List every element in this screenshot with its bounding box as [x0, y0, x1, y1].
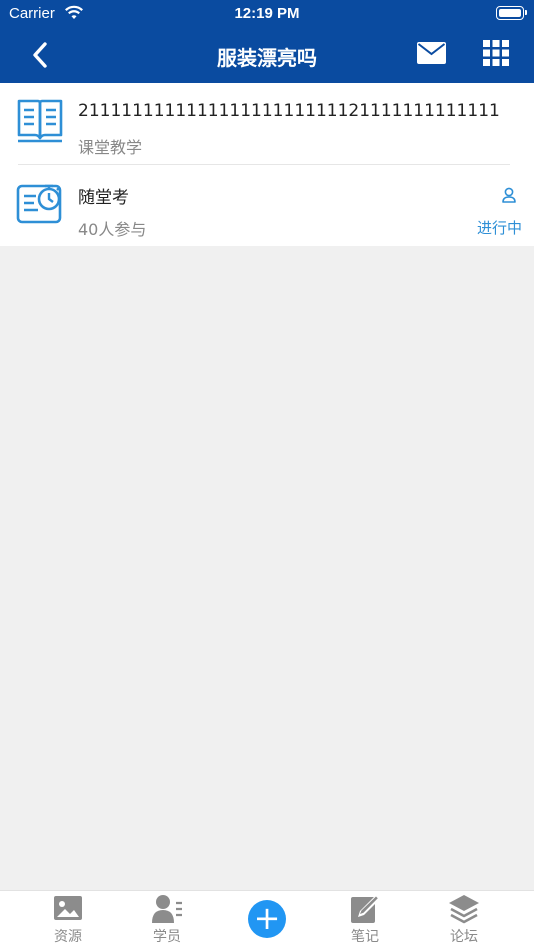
tab-label: 资源 [54, 929, 82, 945]
navigation-bar: 服装漂亮吗 [0, 28, 534, 83]
layers-icon [424, 893, 504, 925]
battery-icon [496, 6, 527, 20]
plus-icon: + [253, 899, 281, 937]
mail-button[interactable] [417, 42, 446, 68]
note-edit-icon [325, 893, 405, 925]
image-icon [28, 893, 108, 923]
book-icon [16, 97, 64, 149]
menu-grid-button[interactable] [483, 40, 509, 70]
item-subtitle: 40人参与 [78, 220, 147, 239]
page-title: 服装漂亮吗 [217, 46, 317, 70]
tab-resources[interactable]: 资源 [28, 891, 108, 950]
tab-students[interactable]: 学员 [127, 891, 207, 950]
tab-forum[interactable]: 论坛 [424, 891, 504, 950]
item-title: 211111111111111111111111121111111111111 [78, 101, 500, 121]
exam-timer-icon [16, 179, 64, 231]
status-bar: Carrier 12:19 PM [0, 0, 534, 28]
tab-bar: 资源 学员 + 笔记 论坛 [0, 890, 534, 950]
add-button[interactable]: + [248, 900, 286, 938]
list-item[interactable]: 211111111111111111111111121111111111111 … [0, 83, 534, 165]
tab-label: 学员 [153, 929, 181, 945]
tab-label: 论坛 [450, 929, 478, 945]
clock: 12:19 PM [234, 5, 300, 22]
tab-label: 笔记 [351, 929, 379, 945]
person-icon [500, 186, 518, 208]
activity-list: 211111111111111111111111121111111111111 … [0, 83, 534, 246]
grid-icon [483, 40, 509, 66]
item-title: 随堂考 [78, 188, 129, 208]
list-item[interactable]: 随堂考 40人参与 进行中 [0, 165, 534, 246]
top-bar: Carrier 12:19 PM 服装漂亮吗 [0, 0, 534, 83]
students-icon [127, 893, 207, 925]
mail-icon [417, 42, 446, 64]
item-subtitle: 课堂教学 [78, 138, 143, 157]
status-badge: 进行中 [476, 219, 522, 237]
tab-notes[interactable]: 笔记 [325, 891, 405, 950]
